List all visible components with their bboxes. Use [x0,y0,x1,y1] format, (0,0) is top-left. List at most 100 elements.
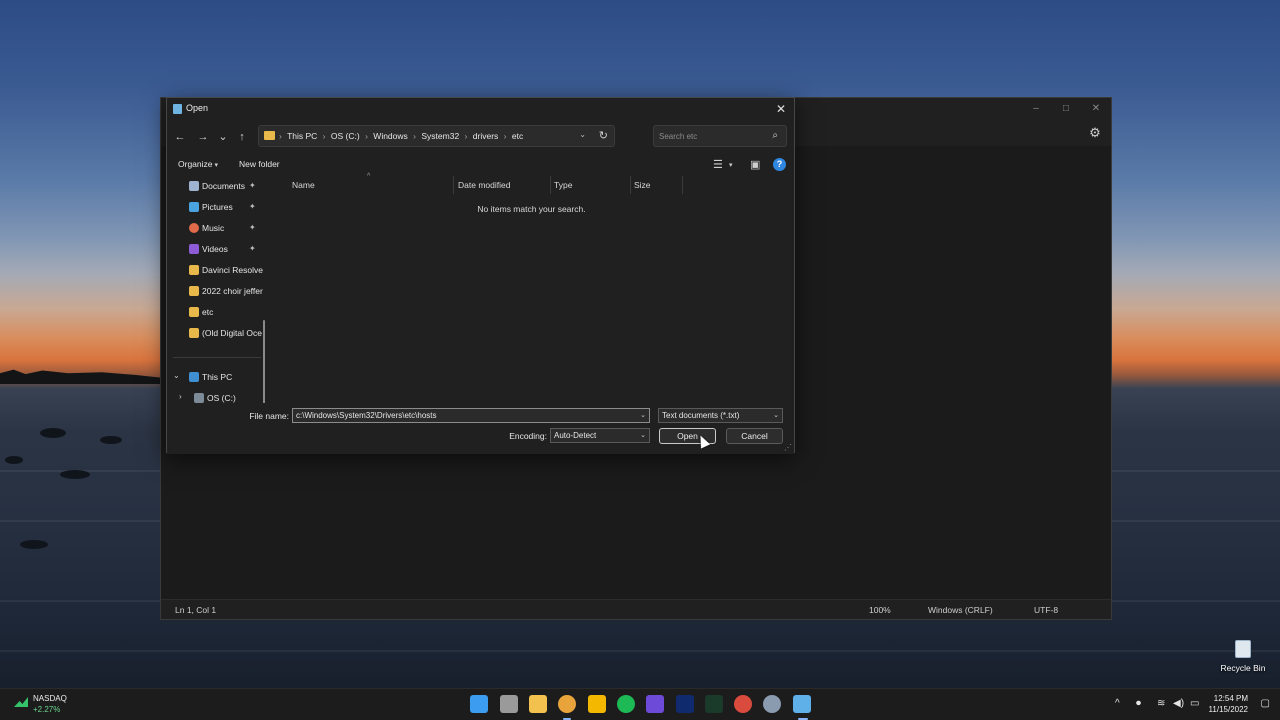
column-divider[interactable] [453,176,454,194]
hulu-icon[interactable] [705,695,723,713]
nav-item-label: This PC [202,372,233,382]
nav-item-label: Pictures [202,202,233,212]
notification-icon[interactable]: ▢ [1261,698,1270,709]
close-button[interactable]: ✕ [1081,101,1111,117]
command-bar: Organize ▾ New folder ☰ ▾ ▣ ? [167,155,794,175]
start-icon[interactable] [470,695,488,713]
breadcrumb-etc[interactable]: etc [512,131,523,141]
view-options-icon[interactable]: ☰ [713,158,723,171]
documents-icon [189,181,199,191]
preview-pane-icon[interactable]: ▣ [750,158,760,171]
breadcrumb-drivers[interactable]: drivers [473,131,499,141]
chrome-icon[interactable] [558,695,576,713]
recent-locations-icon[interactable]: ⌄ [214,128,232,146]
cursor-position: Ln 1, Col 1 [175,605,217,615]
address-bar[interactable]: › This PC › OS (C:) › Windows › System32… [258,125,615,147]
task-view-icon[interactable] [500,695,518,713]
chevron-down-icon[interactable]: ⌄ [773,411,779,419]
breadcrumb-os-c[interactable]: OS (C:) [331,131,360,141]
nav-item-videos[interactable]: Videos ✦ [167,239,267,260]
up-arrow-icon[interactable]: ↑ [233,128,251,146]
nav-item-label: Davinci Resolve [202,265,263,275]
notepad-icon[interactable] [793,695,811,713]
nav-item-davinci-resolve[interactable]: Davinci Resolve [167,260,267,281]
nav-item-music[interactable]: Music ✦ [167,218,267,239]
caret-down-icon[interactable]: ▾ [729,161,733,169]
dialog-close-button[interactable]: ✕ [772,101,790,117]
recycle-bin[interactable]: Recycle Bin [1218,640,1268,673]
chevron-down-icon[interactable]: ⌄ [579,130,586,139]
breadcrumb-separator: › [503,131,507,141]
spotify-icon[interactable] [617,695,635,713]
pin-icon: ✦ [249,223,256,232]
search-icon[interactable]: ⌕ [772,130,778,141]
chrome-profile-icon[interactable] [734,695,752,713]
search-box[interactable]: ⌕ [653,125,787,147]
nav-item-label: Documents [202,181,245,191]
nav-item-etc[interactable]: etc [167,302,267,323]
nav-item-old-digital-ocean[interactable]: (Old Digital Oce [167,323,267,344]
column-divider[interactable] [550,176,551,194]
nav-item-label: Music [202,223,225,233]
nav-item-pictures[interactable]: Pictures ✦ [167,197,267,218]
disney-plus-icon[interactable] [676,695,694,713]
rock [60,470,90,479]
file-explorer-icon[interactable] [529,695,547,713]
search-input[interactable] [659,130,763,143]
file-name-value: c:\Windows\System32\Drivers\etc\hosts [296,411,437,420]
pin-icon: ✦ [249,202,256,211]
nav-item-this-pc[interactable]: ⌄ This PC [167,367,267,388]
sort-ascending-icon: ^ [367,173,371,180]
folder-icon [189,265,199,275]
column-header-type[interactable]: Type [554,180,572,196]
google-keep-icon[interactable] [588,695,606,713]
treeline [0,369,170,384]
volume-icon[interactable]: ◀) [1173,698,1184,709]
scrollbar[interactable] [263,320,265,403]
gear-icon[interactable]: ⚙ [1087,125,1103,141]
column-header-date-modified[interactable]: Date modified [458,180,510,196]
clock[interactable]: 12:54 PM 11/15/2022 [1209,693,1248,715]
back-arrow-icon[interactable]: ← [171,128,189,146]
refresh-icon[interactable]: ↻ [599,129,608,142]
chevron-down-icon[interactable]: ⌄ [640,431,646,439]
battery-icon[interactable]: ▭ [1190,698,1199,709]
nav-item-documents[interactable]: Documents ✦ [167,176,267,197]
maximize-button[interactable]: □ [1051,101,1081,117]
minimize-button[interactable]: – [1021,101,1051,117]
videos-icon [189,244,199,254]
forward-arrow-icon[interactable]: → [194,128,212,146]
chevron-right-icon[interactable]: › [179,392,182,401]
tray-overflow-chevron-icon[interactable]: ^ [1115,698,1120,709]
chevron-down-icon[interactable]: ⌄ [173,371,180,380]
column-divider[interactable] [630,176,631,194]
file-list[interactable]: Name ^ Date modified Type Size No items … [271,173,792,403]
navigation-pane: Documents ✦ Pictures ✦ Music ✦ Videos ✦ … [167,176,267,403]
column-header-name[interactable]: Name [292,180,315,196]
resize-grip-icon[interactable]: ⋰ [784,443,792,452]
nav-item-os-drive[interactable]: › OS (C:) [167,388,267,403]
microphone-icon[interactable]: ⏺ [1136,698,1141,709]
nav-item-2022-choir[interactable]: 2022 choir jeffer [167,281,267,302]
settings-icon[interactable] [763,695,781,713]
wifi-icon[interactable]: ≋ [1157,698,1165,709]
breadcrumb-windows[interactable]: Windows [373,131,407,141]
music-icon [189,223,199,233]
recycle-bin-icon [1235,640,1251,658]
help-icon[interactable]: ? [773,158,786,171]
organize-button[interactable]: Organize ▾ [178,159,218,169]
file-name-field[interactable]: c:\Windows\System32\Drivers\etc\hosts ⌄ [292,408,650,423]
dialog-titlebar: Open ✕ [167,98,794,120]
column-divider[interactable] [682,176,683,194]
status-bar: Ln 1, Col 1 100% Windows (CRLF) UTF-8 [161,599,1111,619]
breadcrumb-system32[interactable]: System32 [421,131,459,141]
chevron-down-icon[interactable]: ⌄ [640,411,646,419]
cancel-button[interactable]: Cancel [726,428,783,444]
encoding-select[interactable]: Auto-Detect ⌄ [550,428,650,443]
column-header-size[interactable]: Size [634,180,651,196]
file-type-select[interactable]: Text documents (*.txt) ⌄ [658,408,783,423]
new-folder-button[interactable]: New folder [239,159,280,169]
breadcrumb-this-pc[interactable]: This PC [287,131,317,141]
folder-icon [189,328,199,338]
mastodon-icon[interactable] [646,695,664,713]
